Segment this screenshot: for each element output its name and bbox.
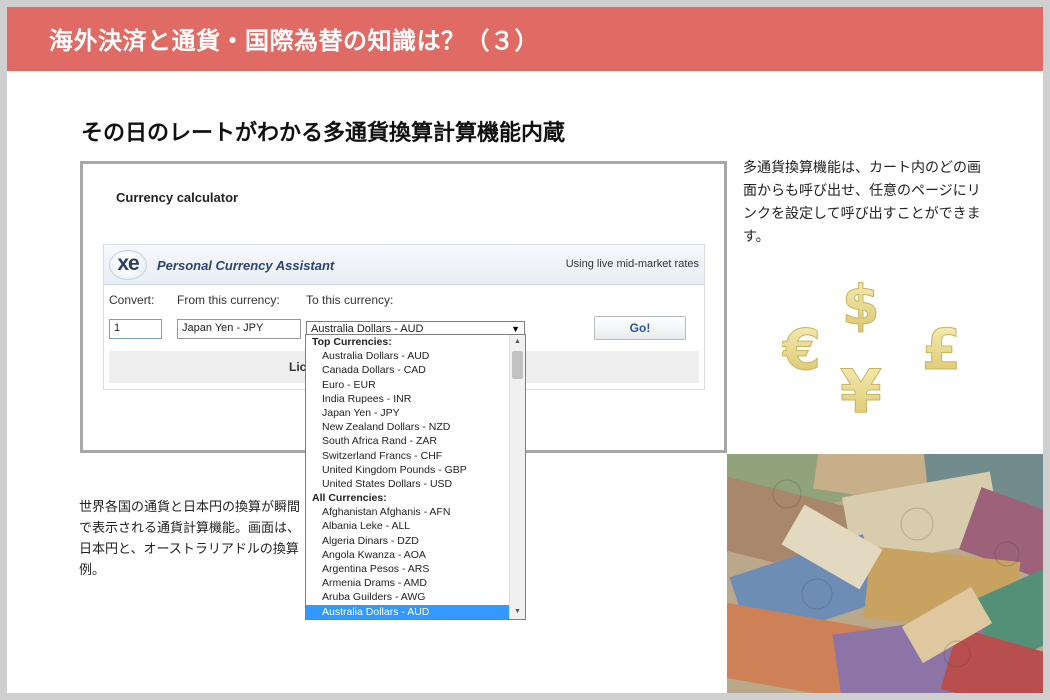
slide: 海外決済と通貨・国際為替の知識は？（３） その日のレートがわかる多通貨換算計算機… — [7, 7, 1043, 693]
currency-option[interactable]: Afghanistan Afghanis - AFN — [306, 505, 509, 519]
scroll-down-arrow-icon[interactable]: ▼ — [510, 605, 525, 619]
title-banner: 海外決済と通貨・国際為替の知識は？（３） — [7, 7, 1043, 71]
xe-brand: Personal Currency Assistant — [157, 258, 335, 273]
from-label: From this currency: — [177, 293, 280, 307]
currency-option[interactable]: Algeria Dinars - DZD — [306, 534, 509, 548]
scrollbar-thumb[interactable] — [512, 351, 523, 379]
dollar-symbol: $ — [842, 274, 880, 337]
currency-option[interactable]: Angola Kwanza - AOA — [306, 548, 509, 562]
group-all-currencies: All Currencies: — [312, 492, 387, 505]
currency-option[interactable]: United States Dollars - USD — [306, 477, 509, 491]
currency-option[interactable]: United Kingdom Pounds - GBP — [306, 463, 509, 477]
calculator-title: Currency calculator — [116, 190, 239, 205]
currency-option[interactable]: Japan Yen - JPY — [306, 406, 509, 420]
to-label: To this currency: — [306, 293, 394, 307]
go-button[interactable]: Go! — [594, 316, 686, 340]
rates-note: Using live mid-market rates — [565, 258, 699, 270]
banknotes-photo — [727, 454, 1043, 693]
currency-option[interactable]: Albania Leke - ALL — [306, 519, 509, 533]
pound-symbol: £ — [922, 318, 961, 383]
currency-option[interactable]: Argentina Pesos - ARS — [306, 562, 509, 576]
from-currency-input[interactable]: Japan Yen - JPY — [177, 319, 301, 339]
convert-label: Convert: — [109, 293, 155, 307]
dropdown-scrollbar[interactable]: ▲ ▼ — [509, 335, 525, 619]
currency-option[interactable]: Euro - EUR — [306, 378, 509, 392]
headline: その日のレートがわかる多通貨換算計算機能内蔵 — [81, 121, 566, 146]
euro-symbol: € — [782, 318, 821, 383]
scroll-up-arrow-icon[interactable]: ▲ — [510, 335, 525, 349]
currency-option[interactable]: Aruba Guilders - AWG — [306, 590, 509, 604]
currency-option[interactable]: Australia Dollars - AUD — [306, 349, 509, 363]
triangle-down-icon: ▼ — [511, 324, 520, 334]
currency-dropdown[interactable]: Top Currencies: Australia Dollars - AUD … — [305, 334, 526, 620]
xe-header: xe Personal Currency Assistant Using liv… — [104, 245, 704, 285]
caption: 世界各国の通貨と日本円の換算が瞬間で表示される通貨計算機能。画面は、日本円と、オ… — [79, 500, 301, 578]
currency-option[interactable]: Switzerland Francs - CHF — [306, 449, 509, 463]
xe-logo-icon: xe — [109, 250, 147, 280]
currency-symbols-illustration: $ € £ ¥ — [782, 274, 961, 428]
currency-option-list: Top Currencies: Australia Dollars - AUD … — [306, 335, 509, 619]
yen-symbol: ¥ — [840, 357, 882, 427]
currency-option[interactable]: Canada Dollars - CAD — [306, 363, 509, 377]
amount-input[interactable]: 1 — [109, 319, 162, 339]
currency-option[interactable]: South Africa Rand - ZAR — [306, 434, 509, 448]
license-text: Lic — [289, 360, 307, 374]
currency-option[interactable]: Armenia Drams - AMD — [306, 576, 509, 590]
currency-option[interactable]: New Zealand Dollars - NZD — [306, 420, 509, 434]
currency-option[interactable]: India Rupees - INR — [306, 392, 509, 406]
side-description: 多通貨換算機能は、カート内のどの画面からも呼び出せ、任意のページにリンクを設定し… — [743, 160, 981, 245]
banner-title: 海外決済と通貨・国際為替の知識は？（３） — [49, 27, 539, 55]
currency-option-selected[interactable]: Australia Dollars - AUD — [306, 604, 509, 619]
group-top-currencies: Top Currencies: — [312, 336, 392, 348]
